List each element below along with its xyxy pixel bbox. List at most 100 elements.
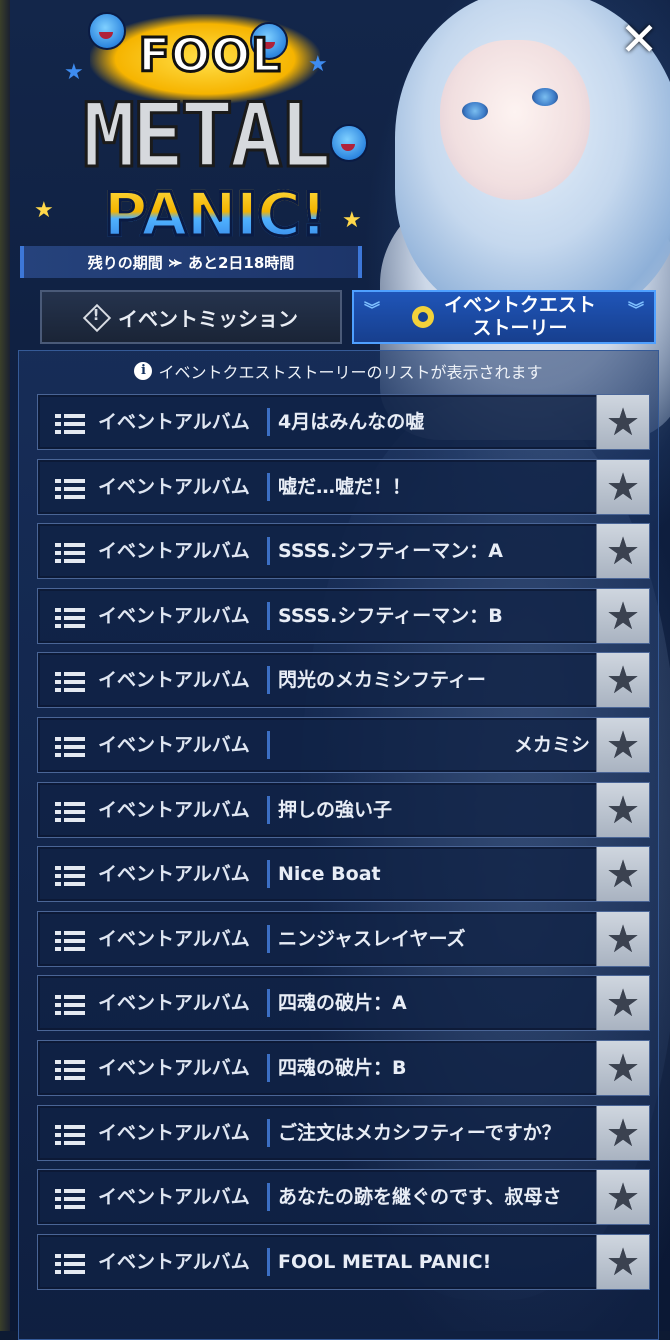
item-title: 押しの強い子 bbox=[278, 799, 393, 821]
list-icon bbox=[55, 931, 85, 951]
divider bbox=[267, 1054, 270, 1082]
logo-fool-text: FOOL bbox=[137, 27, 282, 84]
list-item[interactable]: イベントアルバム 押しの強い子 ★ bbox=[37, 782, 650, 838]
divider bbox=[267, 1248, 270, 1276]
star-icon: ★ bbox=[605, 465, 641, 509]
divider bbox=[267, 989, 270, 1017]
list-item[interactable]: イベントアルバム ご注文はメカシフティーですか？ ★ bbox=[37, 1105, 650, 1161]
star-icon: ★ bbox=[605, 658, 641, 702]
favorite-button[interactable]: ★ bbox=[596, 395, 649, 449]
star-decoration-icon: ★ bbox=[64, 60, 84, 85]
list-item[interactable]: イベントアルバム 閃光のメカミシフティー ★ bbox=[37, 652, 650, 708]
list-item[interactable]: イベントアルバム ニンジャスレイヤーズ ★ bbox=[37, 911, 650, 967]
item-category: イベントアルバム bbox=[98, 605, 250, 627]
divider bbox=[267, 473, 270, 501]
star-icon: ★ bbox=[605, 1046, 641, 1090]
list-icon bbox=[55, 1060, 85, 1080]
list-icon bbox=[55, 543, 85, 563]
tab-event-mission[interactable]: イベントミッション bbox=[40, 290, 342, 344]
list-item[interactable]: イベントアルバム 四魂の破片：A ★ bbox=[37, 975, 650, 1031]
favorite-button[interactable]: ★ bbox=[596, 1041, 649, 1095]
info-text: イベントクエストストーリーのリストが表示されます bbox=[158, 363, 543, 382]
tab-label-line2: ストーリー bbox=[472, 317, 568, 339]
star-icon: ★ bbox=[605, 594, 641, 638]
item-title: 四魂の破片：B bbox=[278, 1057, 407, 1079]
warning-diamond-icon bbox=[84, 305, 108, 329]
chevron-down-icon: ︾ bbox=[627, 300, 644, 319]
favorite-button[interactable]: ★ bbox=[596, 847, 649, 901]
divider bbox=[267, 537, 270, 565]
star-icon: ★ bbox=[605, 1175, 641, 1219]
favorite-button[interactable]: ★ bbox=[596, 653, 649, 707]
item-category: イベントアルバム bbox=[98, 734, 250, 756]
period-value: あと2日18時間 bbox=[187, 253, 295, 272]
item-category: イベントアルバム bbox=[98, 1122, 250, 1144]
list-item[interactable]: イベントアルバム SSSS.シフティーマン：B ★ bbox=[37, 588, 650, 644]
list-item[interactable]: イベントアルバム FOOL METAL PANIC! ★ bbox=[37, 1234, 650, 1290]
item-category: イベントアルバム bbox=[98, 928, 250, 950]
film-reel-icon bbox=[411, 306, 434, 328]
list-item[interactable]: イベントアルバム メカミシ ★ bbox=[37, 717, 650, 773]
favorite-button[interactable]: ★ bbox=[596, 1106, 649, 1160]
close-button[interactable]: ✕ bbox=[614, 14, 664, 64]
item-category: イベントアルバム bbox=[98, 799, 250, 821]
divider bbox=[267, 731, 270, 759]
item-category: イベントアルバム bbox=[98, 992, 250, 1014]
star-icon: ★ bbox=[605, 400, 641, 444]
divider bbox=[267, 1183, 270, 1211]
list-item[interactable]: イベントアルバム Nice Boat ★ bbox=[37, 846, 650, 902]
tab-label: イベントクエスト ストーリー bbox=[444, 294, 596, 340]
event-logo: ★ ★ ★ ★ FOOL METAL PANIC! bbox=[30, 8, 370, 258]
item-title: Nice Boat bbox=[278, 863, 381, 885]
list-item[interactable]: イベントアルバム SSSS.シフティーマン：A ★ bbox=[37, 523, 650, 579]
tab-label: イベントミッション bbox=[118, 306, 298, 331]
list-item[interactable]: イベントアルバム あなたの跡を継ぐのです、叔母さ ★ bbox=[37, 1169, 650, 1225]
star-icon: ★ bbox=[605, 981, 641, 1025]
list-icon bbox=[55, 1254, 85, 1274]
character-eye-right bbox=[532, 88, 558, 106]
left-edge bbox=[0, 0, 10, 1331]
list-icon bbox=[55, 802, 85, 822]
list-icon bbox=[55, 414, 85, 434]
list-icon bbox=[55, 1125, 85, 1145]
divider bbox=[267, 666, 270, 694]
info-icon: i bbox=[134, 362, 153, 380]
favorite-button[interactable]: ★ bbox=[596, 976, 649, 1030]
item-title: ご注文はメカシフティーですか？ bbox=[278, 1122, 561, 1144]
list-icon bbox=[55, 672, 85, 692]
star-icon: ★ bbox=[605, 723, 641, 767]
star-icon: ★ bbox=[605, 1240, 641, 1284]
list-icon bbox=[55, 866, 85, 886]
favorite-button[interactable]: ★ bbox=[596, 718, 649, 772]
item-title: 閃光のメカミシフティー bbox=[278, 669, 486, 691]
item-category: イベントアルバム bbox=[98, 540, 250, 562]
favorite-button[interactable]: ★ bbox=[596, 912, 649, 966]
tab-event-quest-story[interactable]: ︾ イベントクエスト ストーリー ︾ bbox=[352, 290, 656, 344]
star-icon: ★ bbox=[605, 788, 641, 832]
favorite-button[interactable]: ★ bbox=[596, 783, 649, 837]
chevron-right-icon: ⪼ bbox=[168, 254, 182, 270]
item-title: 嘘だ…嘘だ！！ bbox=[278, 476, 412, 498]
tab-label-line1: イベントクエスト bbox=[443, 294, 596, 316]
star-decoration-icon: ★ bbox=[34, 198, 54, 223]
favorite-button[interactable]: ★ bbox=[596, 1170, 649, 1224]
item-category: イベントアルバム bbox=[98, 411, 250, 433]
period-label: 残りの期間 bbox=[87, 253, 163, 272]
item-title: FOOL METAL PANIC! bbox=[278, 1251, 492, 1273]
favorite-button[interactable]: ★ bbox=[596, 460, 649, 514]
list-item[interactable]: イベントアルバム 四魂の破片：B ★ bbox=[37, 1040, 650, 1096]
star-icon: ★ bbox=[605, 1111, 641, 1155]
favorite-button[interactable]: ★ bbox=[596, 589, 649, 643]
star-icon: ★ bbox=[605, 529, 641, 573]
item-category: イベントアルバム bbox=[98, 863, 250, 885]
list-icon bbox=[55, 608, 85, 628]
event-period-bar: 残りの期間 ⪼ あと2日18時間 bbox=[20, 246, 362, 278]
item-title: SSSS.シフティーマン：A bbox=[278, 540, 503, 562]
list-item[interactable]: イベントアルバム 嘘だ…嘘だ！！ ★ bbox=[37, 459, 650, 515]
item-title: メカミシ bbox=[513, 734, 590, 756]
item-category: イベントアルバム bbox=[98, 1057, 250, 1079]
list-item[interactable]: イベントアルバム 4月はみんなの嘘 ★ bbox=[37, 394, 650, 450]
divider bbox=[267, 796, 270, 824]
favorite-button[interactable]: ★ bbox=[596, 1235, 649, 1289]
favorite-button[interactable]: ★ bbox=[596, 524, 649, 578]
